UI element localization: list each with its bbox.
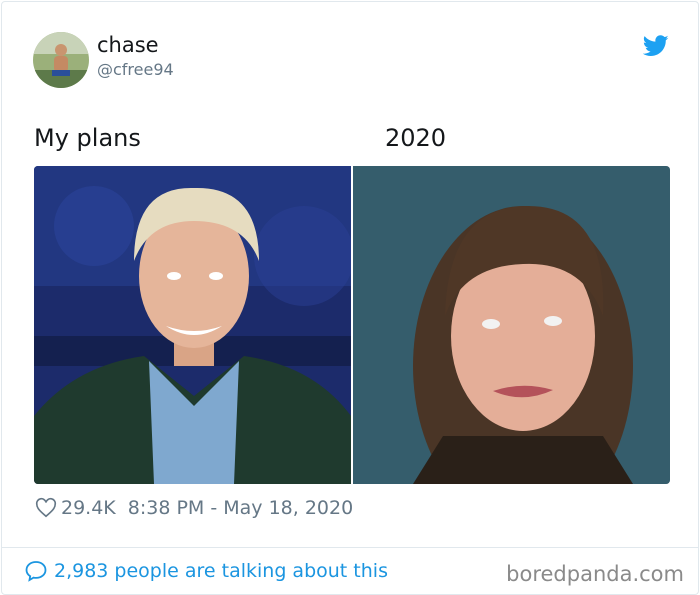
like-count[interactable]: 29.4K (61, 497, 116, 519)
tweet-meta: 29.4K 8:38 PM - May 18, 2020 (35, 497, 353, 519)
twitter-bird-icon[interactable] (643, 35, 669, 57)
photo-left[interactable] (34, 166, 351, 484)
watermark: boredpanda.com (506, 562, 684, 586)
photo-grid[interactable] (34, 166, 670, 484)
conversation-text[interactable]: 2,983 people are talking about this (54, 560, 388, 582)
timestamp[interactable]: 8:38 PM - May 18, 2020 (128, 497, 353, 519)
heart-outline-icon[interactable] (35, 497, 57, 519)
conversation-link[interactable]: 2,983 people are talking about this (24, 559, 388, 583)
caption-right: 2020 (385, 124, 447, 152)
photo-right[interactable] (353, 166, 670, 484)
divider (2, 547, 698, 548)
speech-bubble-icon (25, 561, 47, 582)
avatar[interactable] (33, 32, 89, 88)
tweet-card: chase @cfree94 My plans 2020 29.4K 8:38 … (1, 1, 699, 595)
author-handle[interactable]: @cfree94 (97, 60, 174, 79)
author-name[interactable]: chase (97, 33, 159, 57)
avatar-image (33, 32, 89, 88)
caption-left: My plans (34, 124, 141, 152)
